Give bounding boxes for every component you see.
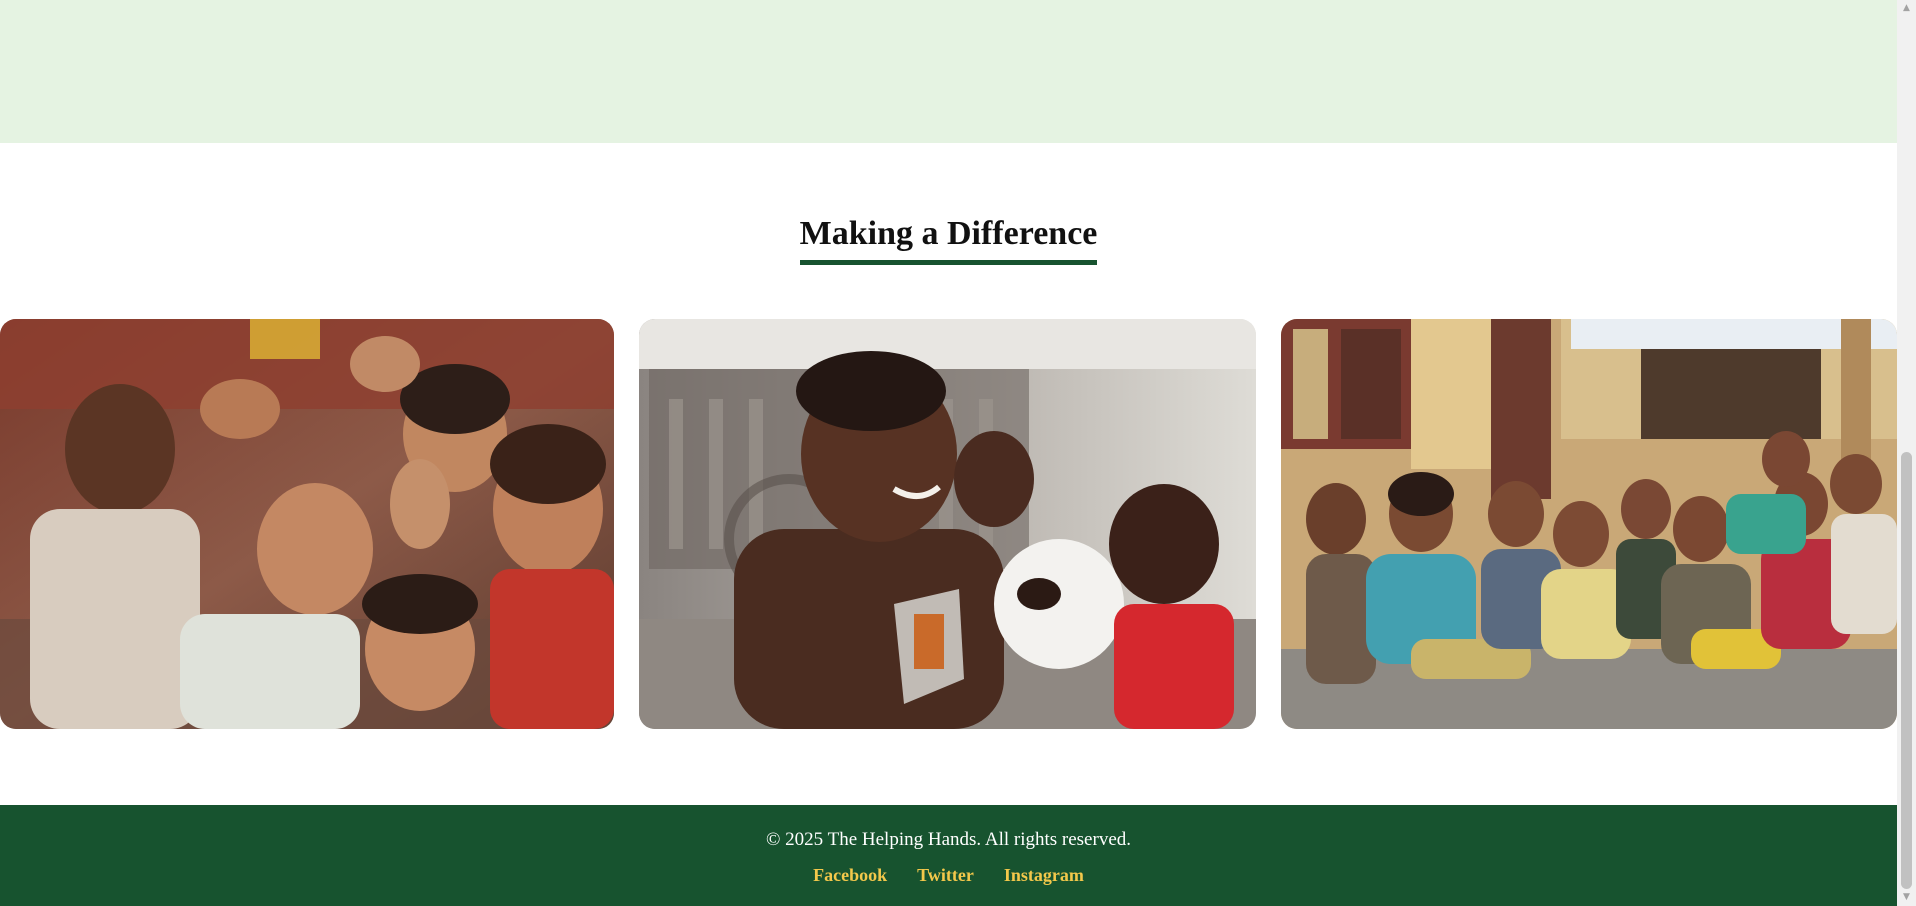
boy-holding-snack-photo — [639, 319, 1256, 729]
site-footer: © 2025 The Helping Hands. All rights res… — [0, 805, 1897, 906]
copyright-text: © 2025 The Helping Hands. All rights res… — [766, 829, 1131, 850]
children-seated-group-photo — [1281, 319, 1897, 729]
scrollbar-thumb[interactable] — [1901, 452, 1912, 889]
scroll-up-icon[interactable]: ▲ — [1897, 0, 1916, 17]
facebook-link[interactable]: Facebook — [813, 865, 887, 886]
vertical-scrollbar[interactable]: ▲ ▼ — [1897, 0, 1916, 906]
top-section-band — [0, 0, 1897, 143]
scroll-down-icon[interactable]: ▼ — [1897, 889, 1916, 906]
section-heading: Making a Difference — [0, 214, 1897, 265]
twitter-link[interactable]: Twitter — [917, 865, 974, 886]
gallery-image-3 — [1281, 319, 1897, 729]
instagram-link[interactable]: Instagram — [1004, 865, 1084, 886]
social-links: Facebook Twitter Instagram — [0, 865, 1897, 886]
gallery-image-2 — [639, 319, 1256, 729]
section-title: Making a Difference — [799, 214, 1098, 265]
gallery-image-1 — [0, 319, 614, 729]
image-gallery — [0, 319, 1897, 729]
children-peace-signs-photo — [0, 319, 614, 729]
page: Making a Difference © 2025 The Helping H… — [0, 0, 1897, 906]
